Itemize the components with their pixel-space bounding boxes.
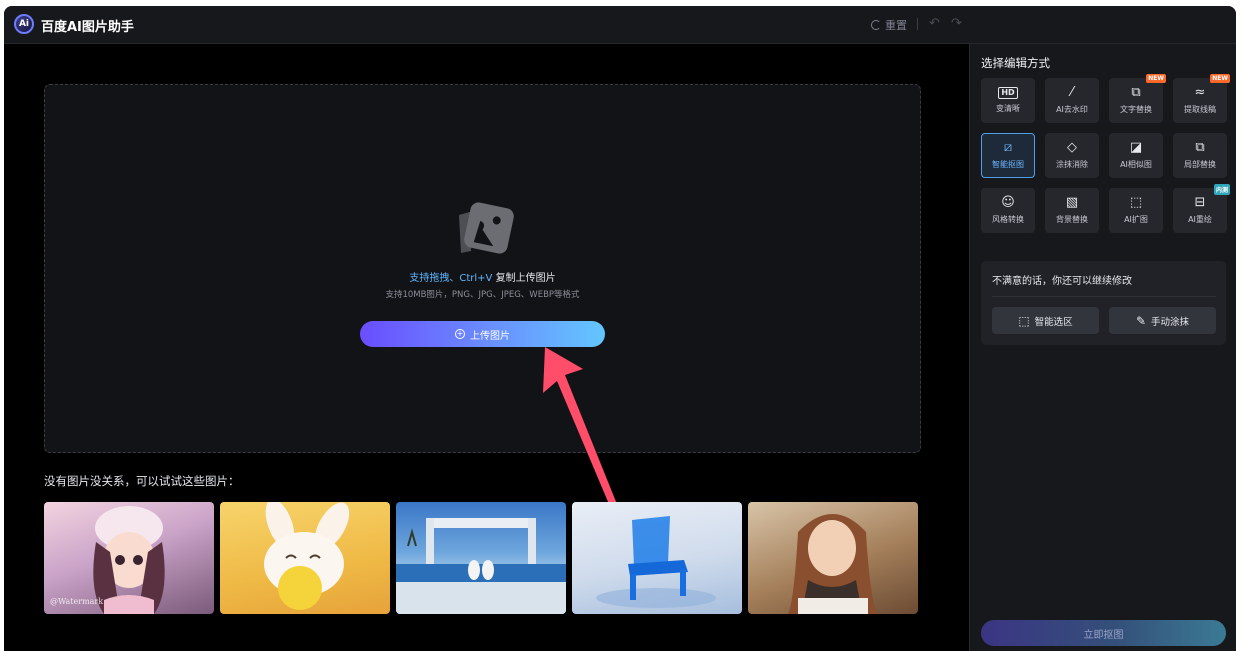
tool-label: 背景替换 [1056,215,1088,224]
woman-illustration [788,514,878,614]
cursor-select-icon: ⬚ [1018,313,1030,328]
app-title: 百度AI图片助手 [41,20,134,35]
cutout-now-button[interactable]: 立即抠图 [981,620,1226,646]
tool-label: 风格转换 [992,215,1024,224]
tool-smart-cutout[interactable]: ⧄ 智能抠图 [981,133,1035,178]
tool-label: 提取线稿 [1184,105,1216,114]
upload-dropzone[interactable]: 支持拖拽、Ctrl+V 复制上传图片 支持10MB图片，PNG、JPG、JPEG… [44,84,921,542]
modify-divider [992,296,1216,297]
watermark-text: @Watermark [50,597,104,606]
brush-icon: ✎ [1135,313,1147,328]
app-window: Ai 百度AI图片助手 重置 ↶ ↷ 支持拖拽、Ctrl+V 复制上传图片 支持… [4,6,1236,651]
header-divider [917,18,918,30]
sample-image-bunny[interactable] [220,502,390,614]
tool-label: 涂抹消除 [1056,160,1088,169]
image-placeholder-icon [459,202,514,254]
tool-partial-replace[interactable]: ⧉ 局部替换 [1173,133,1227,178]
reset-label: 重置 [885,19,907,32]
plus-circle-icon: + [455,329,465,339]
panel-title: 选择编辑方式 [981,56,1050,70]
redo-icon[interactable]: ↷ [951,16,962,31]
text-replace-icon: ⧉ [1131,85,1141,100]
tool-grid: HD 变清晰 ⁄ AI去水印 NEW ⧉ 文字替换 NEW ≈ 提取线稿 ⧄ 智… [981,74,1230,233]
expand-image-icon: ⬚ [1129,195,1143,210]
beta-badge: 内测 [1213,184,1230,195]
tool-similar-image[interactable]: ◪ AI相似图 [1109,133,1163,178]
partial-replace-icon: ⧉ [1195,140,1205,155]
upload-format-hint: 支持10MB图片，PNG、JPG、JPEG、WEBP等格式 [385,290,580,300]
tool-enhance[interactable]: HD 变清晰 [981,78,1035,123]
tool-redraw[interactable]: 内测 ⊟ AI重绘 [1173,184,1230,233]
reset-button[interactable]: 重置 [871,17,907,33]
logo-icon: Ai [14,14,34,34]
magic-wand-icon: ⁄ [1070,85,1074,100]
hd-icon: HD [998,87,1018,99]
tool-label: AI相似图 [1120,160,1152,169]
samples-title: 没有图片没关系，可以试试这些图片： [44,474,240,488]
tool-label: 局部替换 [1184,160,1216,169]
tool-style-transfer[interactable]: ☺ 风格转换 [981,188,1035,233]
modify-section: 不满意的话，你还可以继续修改 ⬚ 智能选区 ✎ 手动涂抹 [981,261,1226,345]
sample-image-girl-hat[interactable]: @Watermark [44,502,214,614]
sample-image-blue-chair[interactable] [572,502,742,614]
similar-image-icon: ◪ [1129,140,1143,155]
smart-cutout-icon: ⧄ [1003,140,1013,155]
tool-erase[interactable]: ◇ 涂抹消除 [1045,133,1099,178]
chair-illustration [596,516,716,608]
refresh-icon [871,20,881,30]
smart-select-label: 智能选区 [1034,316,1073,328]
modify-title: 不满意的话，你还可以继续修改 [992,276,1132,287]
poolside-illustration [396,518,566,614]
tool-label: 变清晰 [996,104,1020,113]
upload-button-label: 上传图片 [470,330,510,342]
tool-background-replace[interactable]: ▧ 背景替换 [1045,188,1099,233]
line-art-icon: ≈ [1194,85,1206,100]
tool-expand-image[interactable]: ⬚ AI扩图 [1109,188,1163,233]
upload-hint-text: 复制上传图片 [492,273,556,284]
tool-remove-watermark[interactable]: ⁄ AI去水印 [1045,78,1099,123]
upload-hint-shortcut: 支持拖拽、Ctrl+V [409,273,493,284]
new-badge: NEW [1146,74,1166,83]
background-replace-icon: ▧ [1065,195,1079,210]
bunny-illustration [264,502,350,610]
tool-line-art[interactable]: NEW ≈ 提取线稿 [1173,74,1230,123]
edit-panel: 选择编辑方式 HD 变清晰 ⁄ AI去水印 NEW ⧉ 文字替换 NEW ≈ 提… [969,44,1236,651]
redraw-icon: ⊟ [1194,195,1206,210]
sample-image-poolside[interactable] [396,502,566,614]
tool-label: AI扩图 [1124,215,1148,224]
tool-label: 智能抠图 [992,160,1024,169]
header-bar: Ai 百度AI图片助手 重置 ↶ ↷ [4,6,1236,44]
manual-paint-button[interactable]: ✎ 手动涂抹 [1109,307,1216,334]
sample-image-woman-scarf[interactable] [748,502,918,614]
manual-paint-label: 手动涂抹 [1151,316,1190,328]
upload-hint: 支持拖拽、Ctrl+V 复制上传图片 [45,269,920,284]
tool-label: AI重绘 [1188,215,1212,224]
style-transfer-icon: ☺ [1001,195,1015,210]
new-badge: NEW [1210,74,1230,83]
tool-label: 文字替换 [1120,105,1152,114]
sample-gallery: @Watermark [44,502,920,614]
undo-icon[interactable]: ↶ [929,16,940,31]
tool-text-replace[interactable]: NEW ⧉ 文字替换 [1109,74,1166,123]
tool-label: AI去水印 [1056,105,1088,114]
eraser-icon: ◇ [1067,140,1077,155]
smart-select-button[interactable]: ⬚ 智能选区 [992,307,1099,334]
